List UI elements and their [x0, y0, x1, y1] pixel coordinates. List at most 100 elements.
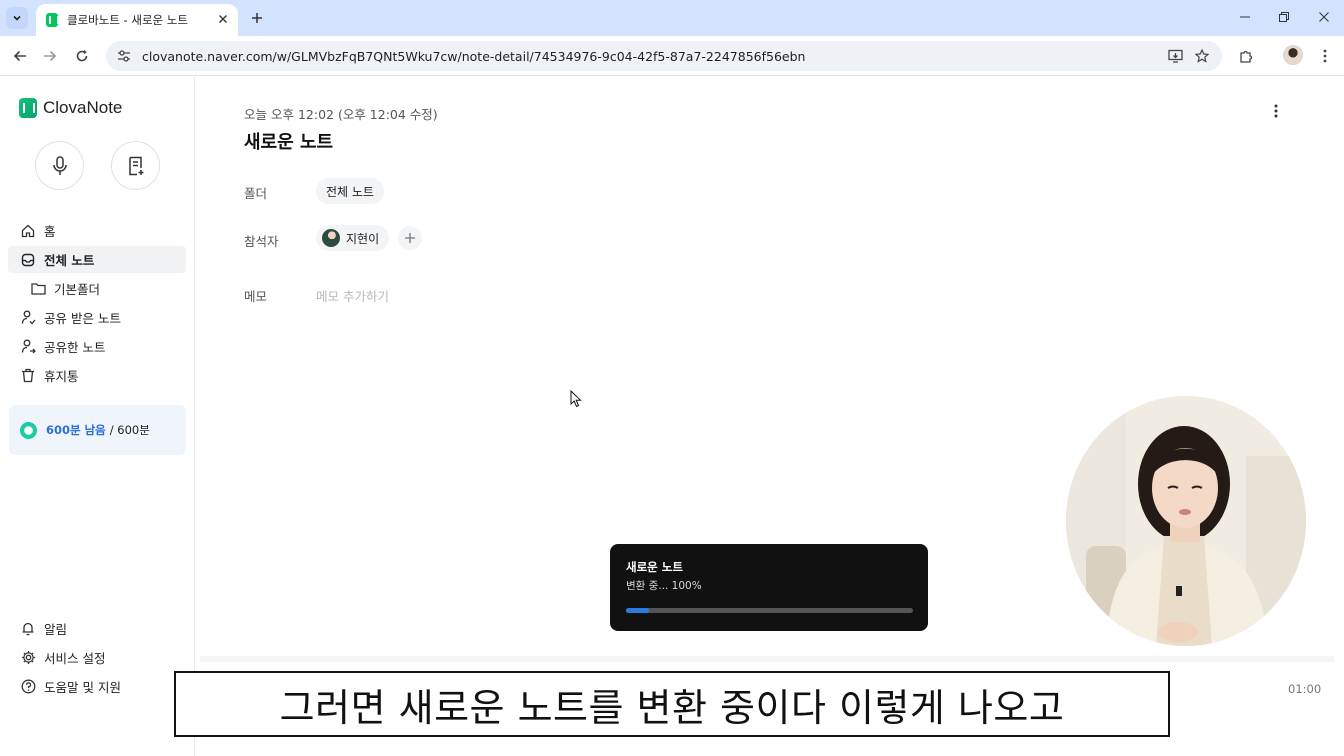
sidebar-item-default-folder[interactable]: 기본폴더 — [8, 275, 186, 302]
browser-tab[interactable]: 클로바노트 - 새로운 노트 — [36, 4, 238, 36]
bell-icon — [20, 621, 36, 636]
sidebar: ClovaNote 홈 전체 노트 기본폴더 공유 받은 노트 공유한 노트 휴… — [0, 77, 195, 756]
sidebar-item-label: 서비스 설정 — [44, 651, 106, 666]
sidebar-item-home[interactable]: 홈 — [8, 217, 186, 244]
reload-button[interactable] — [70, 44, 94, 68]
clovanote-favicon-icon — [46, 13, 59, 27]
sidebar-item-trash[interactable]: 휴지통 — [8, 362, 186, 389]
star-icon — [1195, 49, 1209, 63]
playback-time: 01:00 — [1288, 682, 1322, 696]
participant-name: 지현이 — [346, 231, 380, 246]
restore-icon — [1279, 12, 1289, 22]
note-title[interactable]: 새로운 노트 — [244, 128, 333, 154]
close-tab-button[interactable] — [218, 13, 228, 28]
kebab-icon — [1323, 49, 1327, 63]
toast-title: 새로운 노트 — [626, 560, 683, 574]
kebab-icon — [1274, 104, 1278, 118]
arrow-right-icon — [44, 50, 57, 62]
mouse-cursor-icon — [570, 390, 582, 408]
sidebar-item-label: 기본폴더 — [54, 282, 101, 297]
note-more-button[interactable] — [1266, 101, 1286, 121]
tab-title: 클로바노트 - 새로운 노트 — [67, 13, 188, 27]
sidebar-item-label: 전체 노트 — [44, 253, 95, 268]
participant-chip[interactable]: 지현이 — [316, 225, 390, 251]
close-window-button[interactable] — [1311, 6, 1337, 28]
brand[interactable]: ClovaNote — [19, 98, 122, 118]
note-add-icon — [128, 156, 143, 175]
tune-icon — [118, 50, 130, 62]
restore-button[interactable] — [1271, 6, 1297, 28]
participants-label: 참석자 — [244, 234, 279, 249]
webcam-overlay — [1066, 396, 1306, 646]
new-tab-button[interactable] — [246, 7, 268, 29]
subtitle-caption: 그러면 새로운 노트를 변환 중이다 이렇게 나오고 — [174, 671, 1170, 737]
memo-label: 메모 — [244, 289, 268, 304]
memo-input[interactable]: 메모 추가하기 — [316, 286, 389, 305]
tab-search-button[interactable] — [6, 7, 28, 29]
site-info-button[interactable] — [116, 48, 132, 64]
profile-avatar[interactable] — [1283, 45, 1303, 65]
sidebar-item-label: 공유한 노트 — [44, 340, 106, 355]
upload-file-button[interactable] — [111, 141, 160, 190]
browser-toolbar: clovanote.naver.com/w/GLMVbzFqB7QNt5Wku7… — [0, 36, 1344, 76]
usage-total: / 600분 — [109, 423, 150, 437]
usage-widget[interactable]: 600분 남음 / 600분 — [9, 405, 186, 455]
browser-menu-button[interactable] — [1313, 44, 1337, 68]
install-app-icon — [1167, 49, 1183, 63]
install-app-button[interactable] — [1167, 48, 1183, 64]
conversion-toast: 새로운 노트 변환 중... 100% — [610, 544, 928, 631]
sidebar-item-settings[interactable]: 서비스 설정 — [8, 644, 186, 671]
participant-avatar — [322, 229, 340, 247]
sidebar-item-label: 공유 받은 노트 — [44, 311, 121, 326]
url-text: clovanote.naver.com/w/GLMVbzFqB7QNt5Wku7… — [142, 48, 806, 64]
clovanote-logo-icon — [19, 98, 37, 118]
reload-icon — [76, 50, 88, 62]
player-divider — [200, 656, 1334, 662]
bookmark-button[interactable] — [1194, 48, 1210, 64]
sidebar-item-label: 도움말 및 지원 — [44, 680, 121, 695]
sidebar-item-shared-by-me[interactable]: 공유한 노트 — [8, 333, 186, 360]
sidebar-item-shared-with-me[interactable]: 공유 받은 노트 — [8, 304, 186, 331]
presenter-image — [1066, 396, 1306, 646]
address-bar[interactable]: clovanote.naver.com/w/GLMVbzFqB7QNt5Wku7… — [106, 41, 1222, 71]
chevron-down-icon — [13, 15, 21, 21]
folder-icon — [30, 282, 46, 295]
add-participant-button[interactable] — [398, 226, 422, 250]
sidebar-item-help[interactable]: 도움말 및 지원 — [8, 673, 186, 700]
sidebar-item-label: 홈 — [44, 224, 56, 239]
note-timestamp: 오늘 오후 12:02 (오후 12:04 수정) — [244, 107, 438, 122]
home-icon — [20, 224, 36, 238]
close-icon — [1319, 12, 1329, 22]
sidebar-item-label: 알림 — [44, 622, 68, 637]
sidebar-item-notifications[interactable]: 알림 — [8, 615, 186, 642]
usage-ring-icon — [20, 421, 37, 439]
arrow-left-icon — [13, 50, 26, 62]
browser-tab-strip: 클로바노트 - 새로운 노트 — [0, 0, 1344, 36]
toast-status: 변환 중... 100% — [626, 580, 702, 592]
gear-icon — [20, 650, 36, 665]
folder-label: 폴더 — [244, 186, 268, 201]
sidebar-item-label: 휴지통 — [44, 369, 79, 384]
extensions-button[interactable] — [1234, 44, 1258, 68]
plus-icon — [405, 233, 415, 243]
sidebar-item-all-notes[interactable]: 전체 노트 — [8, 246, 186, 273]
trash-icon — [20, 368, 36, 383]
plus-icon — [252, 13, 262, 23]
close-icon — [219, 14, 227, 23]
record-button[interactable] — [35, 141, 84, 190]
minimize-button[interactable] — [1232, 6, 1258, 28]
forward-button[interactable] — [38, 44, 62, 68]
puzzle-icon — [1239, 50, 1252, 63]
conversion-progress-fill — [626, 608, 649, 613]
user-shared-icon — [20, 310, 36, 325]
conversion-progress-bar — [626, 608, 913, 613]
user-share-icon — [20, 339, 36, 354]
microphone-icon — [52, 155, 67, 175]
inbox-icon — [20, 253, 36, 267]
brand-name: ClovaNote — [43, 98, 123, 117]
usage-remaining: 600분 남음 — [46, 423, 106, 437]
minimize-icon — [1240, 16, 1250, 18]
back-button[interactable] — [8, 44, 32, 68]
help-icon — [20, 679, 36, 694]
folder-chip[interactable]: 전체 노트 — [316, 178, 384, 204]
